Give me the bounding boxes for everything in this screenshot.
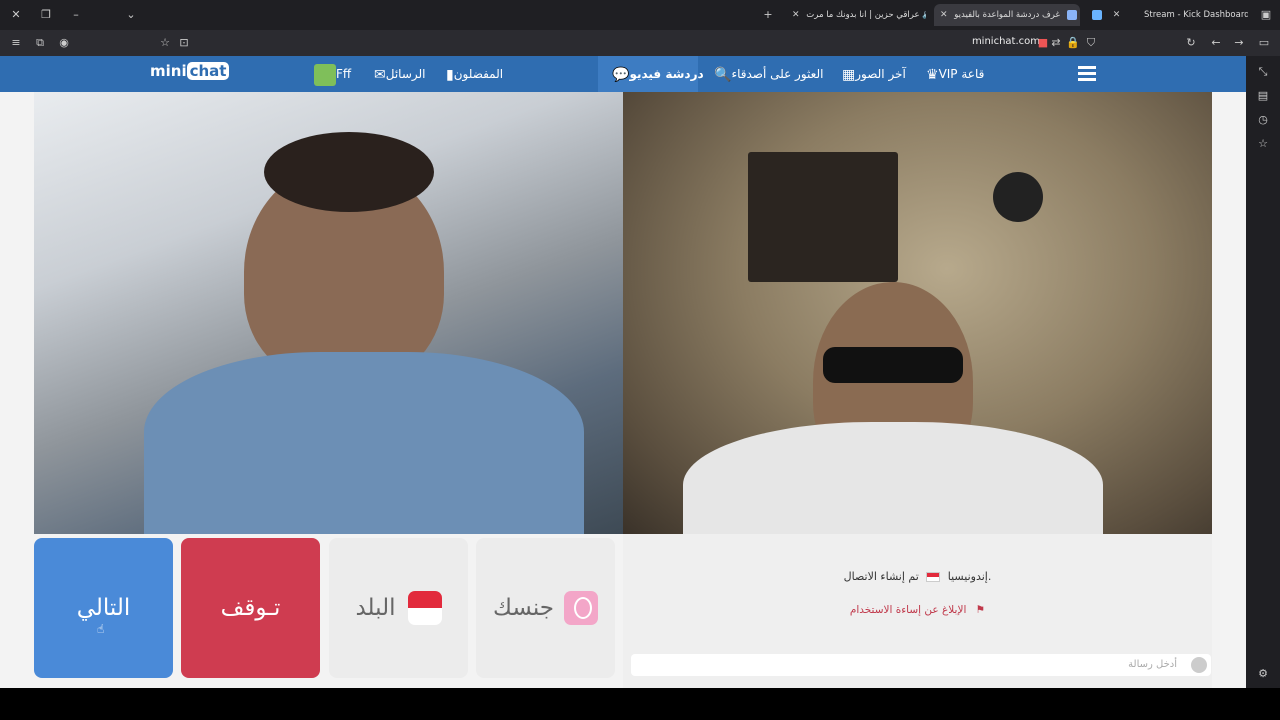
wall-painting [748,152,898,282]
partner-video [34,92,623,534]
minichat-logo[interactable]: mini chat [150,62,230,86]
top-navigation: mini chat Fff ✉الرسائل ▮المفضلون 💬دردشة ف… [0,56,1246,92]
screenshot-icon[interactable]: ⊡ [176,35,192,51]
url-text[interactable]: minichat.com [972,36,1040,47]
indonesia-flag-icon [926,572,941,582]
female-icon [564,591,599,625]
nav-label: المفضلون [453,67,504,81]
reading-list-icon[interactable]: ▤ [1255,88,1271,104]
logo-mini-text: mini [150,62,187,80]
country-selector[interactable]: البلد [329,538,468,678]
new-tab-icon[interactable]: + [760,7,776,23]
shrink-icon[interactable]: ⤡ [1255,64,1271,80]
next-button[interactable]: التالي [34,538,173,678]
tab-title: غرف دردشة المواعدة بالفيديو [954,10,1060,20]
gender-selector[interactable]: جنسك [476,538,615,678]
close-tab-icon[interactable]: ✕ [940,4,948,26]
settings-gear-icon[interactable]: ⚙ [1255,666,1271,682]
translate-icon[interactable]: ⇄ [1048,35,1064,51]
close-window-icon[interactable]: ✕ [8,7,24,23]
bookmark-icon: ▮ [446,66,454,83]
forward-arrow-icon[interactable]: → [1231,35,1247,51]
close-tab-icon[interactable]: ✕ [792,4,800,26]
nav-vip[interactable]: ♛VIP قاعة [912,56,992,92]
chat-panel: إندونيسيا تم إنشاء الاتصال. الإبلاغ عن إ… [623,534,1212,688]
avatar [314,63,336,86]
partner-country: إندونيسيا [947,570,988,583]
favorites-icon[interactable]: ☆ [1255,136,1271,152]
tab-blank[interactable]: ✕ [1082,4,1122,26]
sidebar-toggle-icon[interactable]: ▭ [1256,35,1272,51]
minimize-window-icon[interactable]: – [68,7,84,23]
tab-video-dating[interactable]: ✕ غرف دردشة المواعدة بالفيديو [934,4,1080,26]
tab-kick-dashboard[interactable]: Stream - Kick Dashboard [1138,4,1248,26]
history-icon[interactable]: ◷ [1255,112,1271,128]
window-menu-icon[interactable]: ▣ [1258,7,1274,23]
back-arrow-icon[interactable]: ← [1208,35,1224,51]
speaker-icon: 🔈 [922,10,926,20]
crown-icon: ♛ [926,66,939,83]
chat-bubble-icon: 💬 [612,66,630,83]
nav-latest-photos[interactable]: ▦آخر الصور [828,56,914,92]
site-icon [1066,9,1077,20]
sunglasses [823,347,963,383]
minichat-page: mini chat Fff ✉الرسائل ▮المفضلون 💬دردشة ف… [0,56,1246,688]
self-shirt [683,422,1103,534]
message-placeholder: أدخل رسالة [1128,659,1177,670]
nav-messages[interactable]: ✉الرسائل [360,56,433,92]
nav-profile[interactable]: Fff [300,56,359,92]
nav-favorites[interactable]: ▮المفضلون [432,56,511,92]
shield-icon[interactable]: ⛉ [1083,35,1099,51]
tab-list-chevron-icon[interactable]: ⌄ [123,7,139,23]
report-abuse-link[interactable]: الإبلاغ عن إساءة الاستخدام ⚑ [623,604,1212,616]
indonesia-flag-icon [407,591,442,625]
hamburger-menu-icon[interactable] [1078,66,1096,81]
tab-title: Stream - Kick Dashboard [1144,10,1248,20]
logo-chat-text: chat [186,62,230,80]
next-label: التالي [76,595,131,621]
restore-window-icon[interactable]: ❐ [38,7,54,23]
browser-tab-strip: ✕ ❐ – ⌄ + ✕ عراقي حزين | انا بدونك ما مر… [0,0,1280,30]
site-icon [1092,9,1102,20]
partner-hair [264,132,434,212]
tab-iraqi-song[interactable]: ✕ عراقي حزين | انا بدونك ما مرت 🔈 [786,4,926,26]
extensions-icon[interactable]: ⧉ [32,35,48,51]
partner-shirt [144,352,584,534]
nav-label: الرسائل [385,67,426,81]
lock-icon[interactable]: 🔒 [1065,35,1081,51]
close-tab-icon[interactable]: ✕ [1113,4,1121,26]
menu-icon[interactable]: ≡ [8,35,24,51]
mouse-cursor-icon: ☝ [97,622,105,636]
nav-label: VIP قاعة [938,67,985,81]
message-input[interactable]: أدخل رسالة [631,654,1211,676]
bookmark-star-icon[interactable]: ☆ [157,35,173,51]
reload-icon[interactable]: ↻ [1183,35,1199,51]
country-label: البلد [355,595,396,621]
nav-find-friends[interactable]: 🔍العثور على أصدقاء [700,56,831,92]
connection-status: إندونيسيا تم إنشاء الاتصال. [623,570,1212,583]
self-video [623,92,1212,534]
search-icon: 🔍 [714,66,732,83]
nav-label: Fff [336,67,352,81]
profile-icon[interactable]: ◉ [56,35,72,51]
stop-label: تـوقف [220,595,281,621]
stop-button[interactable]: تـوقف [181,538,320,678]
gender-label: جنسك [492,595,555,621]
nav-label: دردشة فيديو [629,67,704,81]
nav-label: العثور على أصدقاء [731,67,824,81]
emoji-icon[interactable] [1191,657,1207,673]
nav-video-chat[interactable]: 💬دردشة فيديو [598,56,704,92]
envelope-icon: ✉ [374,66,386,83]
browser-side-panel: ⤡ ▤ ◷ ☆ ⚙ [1246,56,1280,688]
dartboard [993,172,1043,222]
grid-icon: ▦ [842,66,856,83]
nav-label: آخر الصور [855,67,906,81]
address-bar: ≡ ⧉ ◉ ☆ ⊡ minichat.com ■ ⇄ 🔒 ⛉ ↻ ← → ▭ [0,30,1280,56]
flag-icon: ⚑ [975,604,986,616]
tab-title: عراقي حزين | انا بدونك ما مرت [806,10,920,20]
report-label: الإبلاغ عن إساءة الاستخدام [849,604,967,616]
